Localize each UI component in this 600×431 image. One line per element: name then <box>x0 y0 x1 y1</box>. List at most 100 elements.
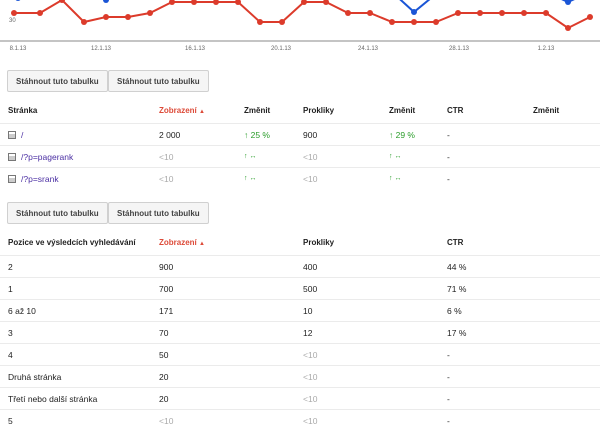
ctr-cell: - <box>439 168 525 190</box>
col-position[interactable]: Pozice ve výsledcích vyhledávání <box>0 229 151 256</box>
blue-series-point[interactable] <box>565 0 571 5</box>
col-clicks[interactable]: Prokliky <box>295 229 439 256</box>
clicks-cell: 900 <box>295 124 381 146</box>
page-preview-icon[interactable] <box>8 175 16 183</box>
page-link[interactable]: / <box>21 130 23 140</box>
col-impressions[interactable]: Zobrazení ▲ <box>151 97 236 124</box>
position-cell: Třetí nebo další stránka <box>0 388 151 410</box>
download-table-button[interactable]: Stáhnout tuto tabulku <box>7 70 108 92</box>
table-row: 6 až 10 171 10 6 % <box>0 300 600 322</box>
col-ctr[interactable]: CTR <box>439 97 525 124</box>
red-series-point[interactable] <box>191 0 197 5</box>
position-cell: 6 až 10 <box>0 300 151 322</box>
page-preview-icon[interactable] <box>8 131 16 139</box>
position-cell: 2 <box>0 256 151 278</box>
impressions-cell: 50 <box>151 344 295 366</box>
change-cell: ↑ 29 % <box>381 124 439 146</box>
position-cell: Druhá stránka <box>0 366 151 388</box>
pages-table: Stránka Zobrazení ▲ Změnit Prokliky Změn… <box>0 97 600 189</box>
table-row: 1 700 500 71 % <box>0 278 600 300</box>
blue-series-point[interactable] <box>411 9 417 15</box>
change-cell <box>525 168 600 190</box>
blue-series-point[interactable] <box>103 0 109 3</box>
change-cell <box>525 124 600 146</box>
x-tick-label: 28.1.13 <box>449 46 470 52</box>
red-series-point[interactable] <box>37 10 43 16</box>
col-impressions[interactable]: Zobrazení ▲ <box>151 229 295 256</box>
sort-asc-icon: ▲ <box>199 241 205 247</box>
red-series-point[interactable] <box>477 10 483 16</box>
y-tick-label: 30 <box>9 18 16 24</box>
red-series-point[interactable] <box>11 10 17 16</box>
red-series-point[interactable] <box>147 10 153 16</box>
red-series-point[interactable] <box>257 19 263 25</box>
red-series-point[interactable] <box>323 0 329 5</box>
red-series-point[interactable] <box>81 19 87 25</box>
sort-asc-icon: ▲ <box>199 109 205 115</box>
position-cell: 1 <box>0 278 151 300</box>
page-preview-icon[interactable] <box>8 153 16 161</box>
ctr-cell: 71 % <box>439 278 600 300</box>
download-table-button[interactable]: Stáhnout tuto tabulku <box>108 202 209 224</box>
red-series-point[interactable] <box>455 10 461 16</box>
position-cell: 4 <box>0 344 151 366</box>
red-series-point[interactable] <box>565 25 571 31</box>
impressions-cell: 900 <box>151 256 295 278</box>
blue-series-point[interactable] <box>15 0 21 1</box>
download-table-button[interactable]: Stáhnout tuto tabulku <box>7 202 108 224</box>
x-tick-label: 20.1.13 <box>271 46 292 52</box>
red-series-point[interactable] <box>279 19 285 25</box>
change-cell: ↑ ↔ <box>381 168 439 190</box>
table-row: 3 70 12 17 % <box>0 322 600 344</box>
ctr-cell: - <box>439 124 525 146</box>
red-series-point[interactable] <box>521 10 527 16</box>
download-table-button[interactable]: Stáhnout tuto tabulku <box>108 70 209 92</box>
clicks-cell: 10 <box>295 300 439 322</box>
impressions-chart: 30 8.1.1312.1.1316.1.1320.1.1324.1.1328.… <box>0 0 600 58</box>
table-header-row: Pozice ve výsledcích vyhledávání Zobraze… <box>0 229 600 256</box>
table-row: 4 50 <10 - <box>0 344 600 366</box>
red-series-point[interactable] <box>125 14 131 20</box>
x-tick-label: 12.1.13 <box>91 46 112 52</box>
red-series-point[interactable] <box>499 10 505 16</box>
red-series-point[interactable] <box>169 0 175 5</box>
ctr-cell: 44 % <box>439 256 600 278</box>
col-ctr[interactable]: CTR <box>439 229 600 256</box>
impressions-cell: 20 <box>151 366 295 388</box>
clicks-cell: 400 <box>295 256 439 278</box>
change-cell <box>525 146 600 168</box>
table-row: /?p=srank <10 ↑ ↔ <10 ↑ ↔ - <box>0 168 600 190</box>
col-clicks[interactable]: Prokliky <box>295 97 381 124</box>
col-page[interactable]: Stránka <box>0 97 151 124</box>
red-series-point[interactable] <box>367 10 373 16</box>
red-series-point[interactable] <box>345 10 351 16</box>
col-change[interactable]: Změnit <box>525 97 600 124</box>
clicks-cell: <10 <box>295 344 439 366</box>
col-change[interactable]: Změnit <box>236 97 295 124</box>
change-cell: ↑ ↔ <box>236 168 295 190</box>
impressions-cell: 2 000 <box>151 124 236 146</box>
page-link[interactable]: /?p=pagerank <box>21 152 73 162</box>
clicks-cell: 12 <box>295 322 439 344</box>
red-series-point[interactable] <box>543 10 549 16</box>
change-cell: ↑ ↔ <box>236 146 295 168</box>
impressions-cell: <10 <box>151 146 236 168</box>
page-link[interactable]: /?p=srank <box>21 174 59 184</box>
ctr-cell: 6 % <box>439 300 600 322</box>
impressions-cell: 171 <box>151 300 295 322</box>
table-row: / 2 000 ↑ 25 % 900 ↑ 29 % - <box>0 124 600 146</box>
col-change[interactable]: Změnit <box>381 97 439 124</box>
table-row: 2 900 400 44 % <box>0 256 600 278</box>
red-series-point[interactable] <box>213 0 219 5</box>
clicks-cell: 500 <box>295 278 439 300</box>
table-header-row: Stránka Zobrazení ▲ Změnit Prokliky Změn… <box>0 97 600 124</box>
ctr-cell: - <box>439 366 600 388</box>
clicks-cell: <10 <box>295 388 439 410</box>
impressions-cell: 70 <box>151 322 295 344</box>
red-series-point[interactable] <box>411 19 417 25</box>
red-series-point[interactable] <box>103 14 109 20</box>
red-series-point[interactable] <box>587 14 593 20</box>
red-series-point[interactable] <box>389 19 395 25</box>
table-row: Druhá stránka 20 <10 - <box>0 366 600 388</box>
red-series-point[interactable] <box>433 19 439 25</box>
